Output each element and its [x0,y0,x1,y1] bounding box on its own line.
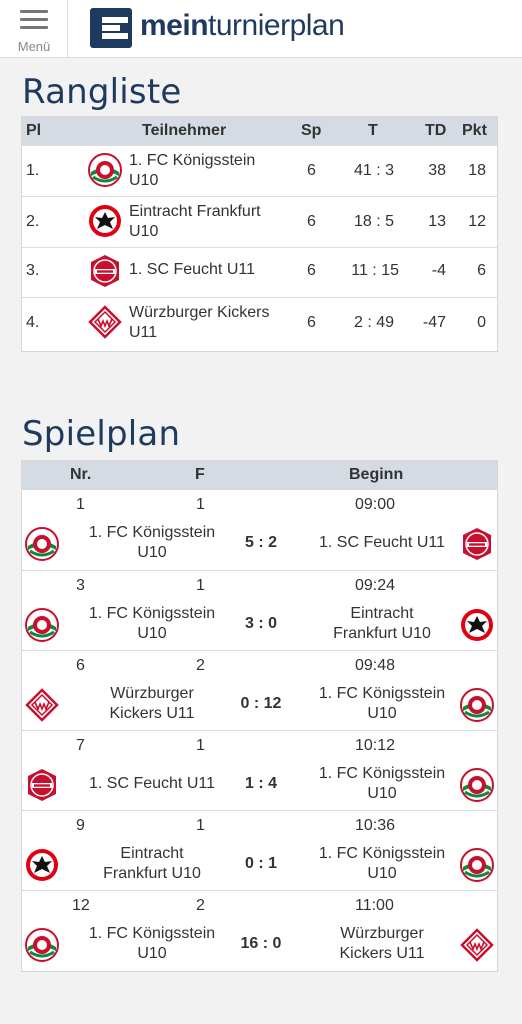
team-name[interactable]: Würzburger Kickers U11 [129,303,269,343]
col-sp: Sp [301,122,322,139]
home-team[interactable]: Würzburger Kickers U11 [62,684,242,724]
team-name[interactable]: 1. FC Königsstein U10 [129,151,255,191]
ranking-row[interactable]: 1. 1. FC Königsstein U10 6 41 : 3 38 18 [22,145,497,196]
home-team[interactable]: 1. SC Feucht U11 [62,774,242,794]
match-row[interactable]: 12 2 11:00 1. FC Königsstein U10 16 : 0 W… [22,890,497,970]
ranking-row[interactable]: 4. Würzburger Kickers U11 6 2 : 49 -47 0 [22,297,497,348]
sc-feucht-crest-icon [460,527,494,561]
col-nr: Nr. [70,466,92,483]
schedule-title: Spielplan [22,414,181,454]
team-name[interactable]: Eintracht Frankfurt U10 [129,202,261,242]
koenigsstein-crest-icon [460,688,494,722]
match-number: 1 [76,496,85,513]
sc-feucht-crest-icon [25,768,59,802]
col-team: Teilnehmer [142,122,227,139]
col-td: TD [425,122,447,139]
away-team[interactable]: 1. FC Königsstein U10 [302,844,462,884]
match-number: 6 [76,657,85,674]
match-score: 1 : 4 [244,775,277,792]
match-score: 0 : 12 [240,695,282,712]
match-time: 09:00 [355,496,396,513]
koenigsstein-crest-icon [25,608,59,642]
home-team[interactable]: 1. FC Königsstein U10 [62,604,242,644]
match-number: 7 [76,737,85,754]
ranking-table: Pl Teilnehmer Sp T TD Pkt 1. 1. FC König… [21,116,498,352]
away-team[interactable]: Würzburger Kickers U11 [302,924,462,964]
match-field: 1 [196,737,205,754]
koenigsstein-crest-icon [88,153,122,187]
match-field: 1 [196,496,205,513]
away-team[interactable]: 1. SC Feucht U11 [302,533,462,553]
wuerzburger-kickers-crest-icon [88,305,122,339]
match-time: 09:48 [355,657,396,674]
match-row[interactable]: 9 1 10:36 Eintracht Frankfurt U10 0 : 1 1… [22,810,497,890]
home-team[interactable]: Eintracht Frankfurt U10 [62,844,242,884]
match-row[interactable]: 6 2 09:48 Würzburger Kickers U11 0 : 12 1… [22,650,497,730]
match-field: 1 [196,577,205,594]
col-beginn: Beginn [349,466,404,483]
schedule-table: Nr. F Beginn 1 1 09:00 1. FC Königsstein… [21,460,498,972]
match-time: 09:24 [355,577,396,594]
match-score: 0 : 1 [244,855,277,872]
logo-wordmark[interactable]: meinturnierplan [140,9,345,43]
sc-feucht-crest-icon [88,254,122,288]
home-team[interactable]: 1. FC Königsstein U10 [62,924,242,964]
ranking-row[interactable]: 2. Eintracht Frankfurt U10 6 18 : 5 13 12 [22,196,497,247]
match-time: 11:00 [355,897,394,914]
match-score: 5 : 2 [244,534,277,551]
col-pl: Pl [26,122,42,139]
team-name[interactable]: 1. SC Feucht U11 [129,260,255,280]
wuerzburger-kickers-crest-icon [460,928,494,962]
wuerzburger-kickers-crest-icon [25,688,59,722]
koenigsstein-crest-icon [460,768,494,802]
eintracht-frankfurt-crest-icon [25,848,59,882]
match-number: 3 [76,577,85,594]
koenigsstein-crest-icon [460,848,494,882]
koenigsstein-crest-icon [25,928,59,962]
away-team[interactable]: 1. FC Königsstein U10 [302,684,462,724]
match-field: 1 [196,817,205,834]
col-f: F [195,466,205,483]
home-team[interactable]: 1. FC Königsstein U10 [62,523,242,563]
ranking-title: Rangliste [22,72,182,112]
eintracht-frankfurt-crest-icon [460,608,494,642]
match-row[interactable]: 3 1 09:24 1. FC Königsstein U10 3 : 0 Ein… [22,570,497,650]
app-header: Menü meinturnierplan [0,0,522,58]
col-t: T [368,122,378,139]
match-score: 3 : 0 [244,615,277,632]
logo-icon [90,8,132,48]
match-time: 10:36 [355,817,396,834]
menu-button[interactable]: Menü [0,0,68,58]
away-team[interactable]: Eintracht Frankfurt U10 [302,604,462,644]
away-team[interactable]: 1. FC Königsstein U10 [302,764,462,804]
match-score: 16 : 0 [240,935,282,952]
ranking-row[interactable]: 3. 1. SC Feucht U11 6 11 : 15 -4 6 [22,247,497,297]
eintracht-frankfurt-crest-icon [88,204,122,238]
match-time: 10:12 [355,737,396,754]
match-number: 9 [76,817,85,834]
match-row[interactable]: 1 1 09:00 1. FC Königsstein U10 5 : 2 1. … [22,490,497,570]
schedule-header: Nr. F Beginn [22,461,497,490]
menu-label: Menü [17,39,51,54]
match-field: 2 [196,897,205,914]
match-number: 12 [72,897,90,914]
match-field: 2 [196,657,205,674]
koenigsstein-crest-icon [25,527,59,561]
hamburger-icon [20,10,48,30]
col-pkt: Pkt [462,122,487,139]
ranking-header: Pl Teilnehmer Sp T TD Pkt [22,117,497,145]
match-row[interactable]: 7 1 10:12 1. SC Feucht U11 1 : 4 1. FC K… [22,730,497,810]
